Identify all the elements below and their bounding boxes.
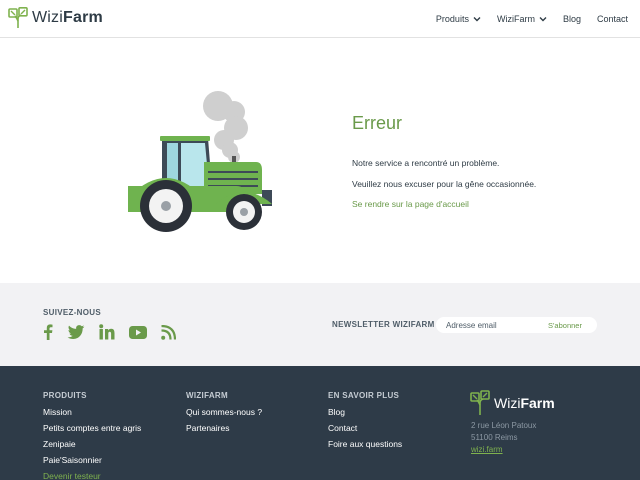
footer-link-faq[interactable]: Foire aux questions <box>328 439 402 455</box>
footer-link-qui-sommes-nous[interactable]: Qui sommes-nous ? <box>186 407 262 423</box>
site-header: WiziFarm Produits WiziFarm Blog Contact <box>0 0 640 38</box>
footer-column-title: WIZIFARM <box>186 391 228 400</box>
footer-link-petits-comptes[interactable]: Petits comptes entre agris <box>43 423 141 439</box>
main-nav: Produits WiziFarm Blog Contact <box>420 0 628 38</box>
footer-link-partenaires[interactable]: Partenaires <box>186 423 262 439</box>
social-links <box>43 324 190 340</box>
footer-column-wizifarm: WIZIFARM Qui sommes-nous ? Partenaires <box>186 391 262 439</box>
footer-link-paie-saisonnier[interactable]: Paie'Saisonnier <box>43 455 141 471</box>
rss-icon[interactable] <box>161 324 176 340</box>
nav-item-label: Blog <box>562 14 581 24</box>
address-street: 2 rue Léon Patoux <box>471 421 537 430</box>
smoking-tractor-illustration <box>128 91 272 232</box>
chevron-down-icon <box>539 17 547 22</box>
facebook-icon[interactable] <box>43 324 53 340</box>
footer-column-produits: PRODUITS Mission Petits comptes entre ag… <box>43 391 141 480</box>
footer-link-devenir-testeur[interactable]: Devenir testeur <box>43 471 141 480</box>
footer-link-blog[interactable]: Blog <box>328 407 402 423</box>
site-footer: PRODUITS Mission Petits comptes entre ag… <box>0 366 640 480</box>
newsletter-title: NEWSLETTER WIZIFARM <box>332 320 435 329</box>
follow-us-title: SUIVEZ-NOUS <box>43 308 101 317</box>
apology-message: Veuillez nous excuser pour la gêne occas… <box>352 179 537 189</box>
nav-item-blog[interactable]: Blog <box>563 14 581 24</box>
linkedin-icon[interactable] <box>99 324 115 340</box>
newsletter-form: S'abonner <box>436 317 597 333</box>
sprout-logo-icon <box>8 7 28 28</box>
subscribe-button[interactable]: S'abonner <box>548 321 582 330</box>
footer-logo[interactable]: WiziFarm <box>470 390 555 416</box>
nav-item-produits[interactable]: Produits <box>436 14 481 24</box>
nav-item-label: Contact <box>596 14 628 24</box>
error-section: Erreur Notre service a rencontré un prob… <box>0 38 640 283</box>
error-message: Notre service a rencontré un problème. <box>352 158 500 168</box>
chevron-down-icon <box>473 17 481 22</box>
company-address: 2 rue Léon Patoux 51100 Reims wizi.farm <box>471 420 536 456</box>
address-city: 51100 Reims <box>471 433 518 442</box>
home-page-link[interactable]: Se rendre sur la page d'accueil <box>352 199 469 209</box>
footer-column-title: EN SAVOIR PLUS <box>328 391 400 400</box>
twitter-icon[interactable] <box>67 325 85 339</box>
footer-link-zenipaie[interactable]: Zenipaie <box>43 439 141 455</box>
nav-item-label: WiziFarm <box>496 14 535 24</box>
nav-item-label: Produits <box>435 14 469 24</box>
error-title: Erreur <box>352 113 403 133</box>
footer-logo-text: WiziFarm <box>494 395 555 411</box>
footer-column-title: PRODUITS <box>43 391 87 400</box>
sprout-logo-icon <box>470 390 490 415</box>
youtube-icon[interactable] <box>129 325 147 339</box>
logo-text: WiziFarm <box>32 9 103 26</box>
nav-item-contact[interactable]: Contact <box>597 14 628 24</box>
wizifarm-logo[interactable]: WiziFarm <box>8 7 103 29</box>
social-newsletter-band: SUIVEZ-NOUS NEWSLETTER WIZIFARM S'abonne… <box>0 283 640 366</box>
website-link[interactable]: wizi.farm <box>471 445 503 454</box>
footer-column-en-savoir-plus: EN SAVOIR PLUS Blog Contact Foire aux qu… <box>328 391 402 455</box>
newsletter-email-input[interactable] <box>436 318 546 332</box>
footer-link-contact[interactable]: Contact <box>328 423 402 439</box>
footer-link-mission[interactable]: Mission <box>43 407 141 423</box>
nav-item-wizifarm[interactable]: WiziFarm <box>497 14 547 24</box>
